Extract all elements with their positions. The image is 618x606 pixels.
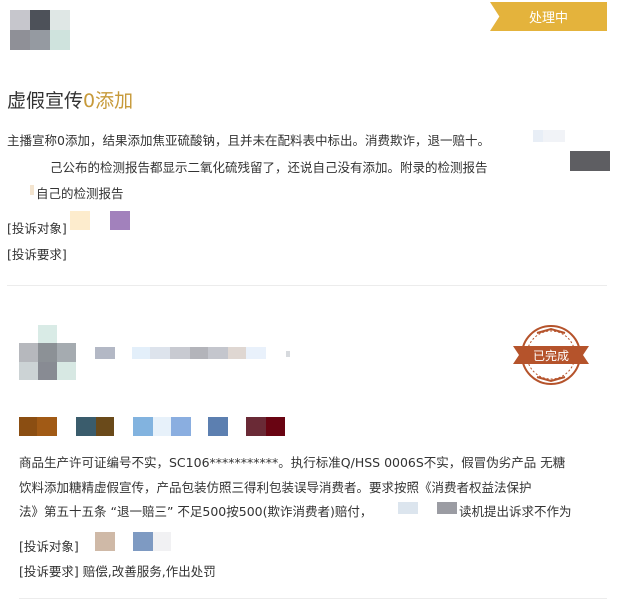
complaint-request-label: [投诉要求] 赔偿,改善服务,作出处罚 xyxy=(19,561,216,580)
status-label: 处理中 xyxy=(528,11,568,26)
complaint-description-line: 法》第五十五条 “退一赔三” 不足500按500(欺诈消费者)赔付， xyxy=(19,504,373,519)
complaint-description-line: 读机提出诉求不作为 xyxy=(459,504,572,519)
complaint-description-line: 主播宣称0添加，结果添加焦亚硫酸钠，且并未在配料表中标出。消费欺诈，退一赔十。 xyxy=(7,133,490,148)
complaint-request-label-text: [投诉要求] xyxy=(19,564,79,579)
stamp-label: 已完成 xyxy=(532,348,569,363)
complaint-description-line: 商品生产许可证编号不实，SC106***********。执行标准Q/HSS 0… xyxy=(19,455,566,470)
blurred-text xyxy=(437,502,457,514)
divider xyxy=(7,285,607,286)
blurred-text xyxy=(533,130,543,142)
blurred-merchant-name xyxy=(110,211,130,230)
blurred-text xyxy=(398,502,418,514)
blurred-text xyxy=(30,185,34,195)
complaint-description-line: 自己的检测报告 xyxy=(36,186,124,201)
complaint-target-label: [投诉对象] xyxy=(7,221,67,236)
divider xyxy=(19,598,607,599)
complaint-target-label: [投诉对象] xyxy=(19,539,79,554)
complaint-request-value: 赔偿,改善服务,作出处罚 xyxy=(82,564,216,579)
completed-stamp-icon: 已完成 xyxy=(511,322,591,388)
blurred-merchant-name xyxy=(133,532,153,551)
title-highlight: 0添加 xyxy=(83,90,134,112)
complaint-description-line: 己公布的检测报告都显示二氧化硫残留了，还说自己没有添加。附录的检测报告 xyxy=(50,160,488,175)
blurred-text xyxy=(543,130,565,142)
blurred-merchant-name xyxy=(95,532,115,551)
complaint-title[interactable]: 虚假宣传0添加 xyxy=(7,86,133,113)
complaint-description-line: 饮料添加糖精虚假宣传，产品包装仿照三得利包装误导消费者。要求按照《消费者权益法保… xyxy=(19,480,532,495)
blurred-merchant-name xyxy=(153,532,171,551)
title-text: 虚假宣传 xyxy=(7,90,84,112)
blurred-merchant-name xyxy=(70,211,90,230)
status-badge-processing: 处理中 xyxy=(490,2,607,31)
blurred-image xyxy=(570,151,610,171)
complaint-request-label: [投诉要求] xyxy=(7,247,67,262)
